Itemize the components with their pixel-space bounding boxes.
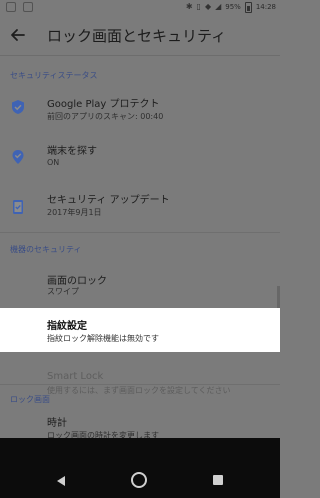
circle-home-icon[interactable] — [131, 472, 147, 488]
bluetooth-icon: ✱ — [185, 2, 193, 11]
setting-play-protect[interactable]: Google Play プロテクト 前回のアプリのスキャン: 00:40 — [0, 86, 280, 126]
setting-screen-lock[interactable]: 画面のロック スワイプ — [0, 266, 280, 306]
setting-title: 画面のロック — [47, 276, 107, 287]
section-header-security-status: セキュリティステータス — [10, 71, 98, 80]
signal-icon: ◢ — [215, 2, 222, 11]
setting-title: 端末を探す — [47, 146, 97, 157]
setting-summary: ON — [47, 158, 60, 167]
shield-check-icon — [12, 100, 24, 114]
square-recents-icon[interactable] — [213, 475, 223, 485]
setting-title: Smart Lock — [47, 371, 104, 382]
setting-fingerprint[interactable]: 指紋設定 指紋ロック解除機能は無効です — [0, 308, 280, 352]
status-bar: ✱ ▯ ◆ ◢ 95% 14:28 — [0, 0, 280, 15]
battery-icon — [244, 1, 252, 13]
setting-summary: 使用するには、まず画面ロックを設定してください — [47, 386, 231, 395]
page-title: ロック画面とセキュリティ — [47, 27, 227, 45]
wifi-icon: ◆ — [204, 2, 212, 11]
setting-title: 指紋設定 — [47, 321, 87, 332]
arrow-left-icon[interactable] — [8, 25, 28, 45]
notification-icon — [6, 2, 16, 12]
settings-list: セキュリティステータス Google Play プロテクト 前回のアプリのスキャ… — [0, 55, 280, 440]
setting-summary: 前回のアプリのスキャン: 00:40 — [47, 112, 164, 121]
section-header-device-security: 機器のセキュリティ — [10, 245, 82, 254]
divider — [0, 232, 280, 233]
setting-summary: スワイプ — [47, 287, 79, 296]
setting-find-device[interactable]: 端末を探す ON — [0, 136, 280, 176]
setting-summary: 指紋ロック解除機能は無効です — [47, 334, 159, 343]
app-bar: ロック画面とセキュリティ — [0, 15, 280, 55]
vibrate-icon: ▯ — [196, 2, 201, 11]
battery-percent: 95% — [225, 3, 241, 11]
setting-title: Google Play プロテクト — [47, 99, 160, 110]
setting-security-update[interactable]: セキュリティ アップデート 2017年9月1日 — [0, 186, 280, 226]
location-check-icon — [12, 150, 24, 164]
navigation-bar — [0, 438, 280, 498]
setting-summary: 2017年9月1日 — [47, 208, 102, 217]
status-time: 14:28 — [255, 3, 276, 11]
triangle-back-icon[interactable] — [56, 475, 66, 487]
phone-update-icon — [13, 200, 23, 214]
setting-title: 時計 — [47, 418, 67, 429]
section-header-lock-screen: ロック画面 — [10, 395, 50, 404]
divider — [0, 384, 280, 385]
setting-title: セキュリティ アップデート — [47, 195, 170, 206]
notification-icon — [23, 2, 33, 12]
